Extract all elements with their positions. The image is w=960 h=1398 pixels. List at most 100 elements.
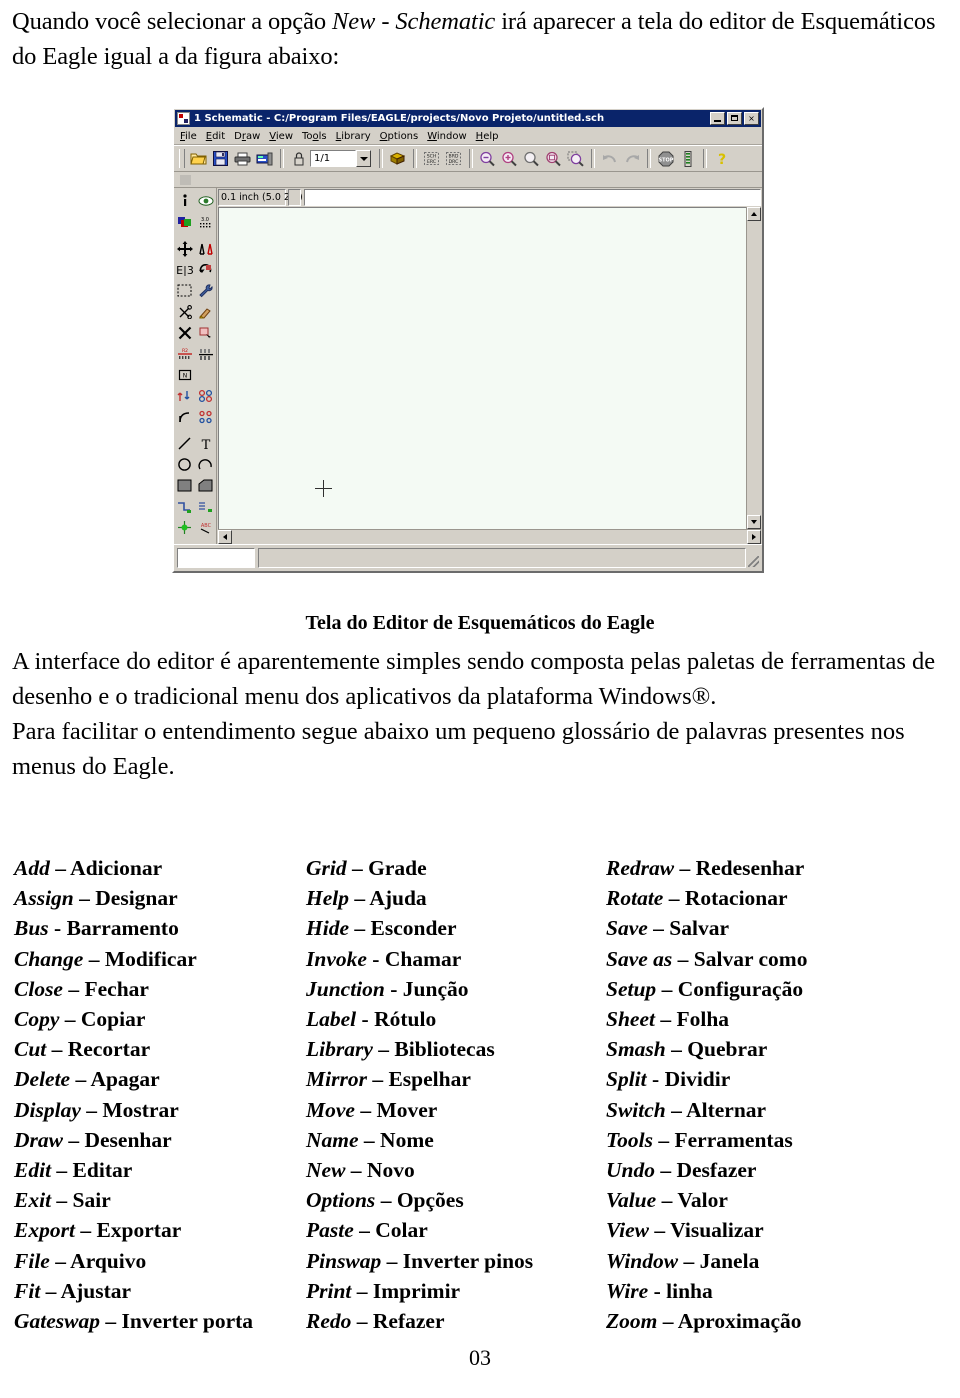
scroll-left-button[interactable] <box>218 530 232 544</box>
group-icon[interactable] <box>174 280 195 301</box>
scroll-right-button[interactable] <box>747 530 761 544</box>
board-icon[interactable] <box>387 148 408 169</box>
net-icon[interactable] <box>195 496 216 517</box>
zoom-select-icon[interactable] <box>565 148 586 169</box>
circle-icon[interactable] <box>174 454 195 475</box>
menu-item-file[interactable]: File <box>180 131 197 142</box>
info-icon[interactable] <box>174 190 195 211</box>
pinswap-icon[interactable]: R2 <box>174 343 195 364</box>
glossary-row: Grid – Grade <box>306 853 606 883</box>
glossary-translation: Rotacionar <box>684 886 788 911</box>
glossary-term: Save as <box>606 946 673 971</box>
toolbar-dot-grip-icon[interactable] <box>180 174 191 185</box>
canvas-column: 0.1 inch (5.0 2.9) <box>217 188 762 544</box>
glossary-translation: Sair <box>72 1188 111 1213</box>
miter-icon[interactable] <box>174 406 195 427</box>
replace-icon[interactable] <box>195 343 216 364</box>
move-icon[interactable] <box>174 238 195 259</box>
minimize-button[interactable] <box>710 112 725 125</box>
sheet-select-value[interactable]: 1/1 <box>310 150 356 167</box>
glossary-row: Help – Ajuda <box>306 883 606 913</box>
resize-grip-icon[interactable] <box>746 548 760 568</box>
glossary-row: Save – Salvar <box>606 913 926 943</box>
print-icon[interactable] <box>232 148 253 169</box>
menu-item-view[interactable]: View <box>269 131 293 142</box>
show-icon[interactable] <box>195 190 216 211</box>
rectangle-icon[interactable] <box>174 475 195 496</box>
text-icon[interactable]: T <box>195 433 216 454</box>
erc-icon[interactable]: SCH ERC <box>421 148 442 169</box>
sheet-select-dropdown[interactable] <box>356 150 371 167</box>
maximize-button[interactable] <box>727 112 742 125</box>
wire-icon[interactable] <box>174 433 195 454</box>
menu-item-window[interactable]: Window <box>427 131 466 142</box>
lock-icon[interactable] <box>288 148 309 169</box>
glossary-term: Name <box>306 1127 359 1152</box>
label-icon[interactable]: ABC <box>195 517 216 538</box>
glossary-row: Cut – Recortar <box>14 1034 306 1064</box>
schematic-canvas[interactable] <box>218 207 746 529</box>
value-icon[interactable] <box>195 364 216 385</box>
polygon-icon[interactable] <box>195 475 216 496</box>
glossary-separator: – <box>86 1097 98 1122</box>
menu-item-library[interactable]: Library <box>336 131 371 142</box>
bus-icon[interactable] <box>174 496 195 517</box>
split-icon[interactable] <box>195 406 216 427</box>
glossary-separator: - <box>390 976 398 1001</box>
vertical-scrollbar[interactable] <box>746 207 761 529</box>
toolbar-grip[interactable] <box>179 149 185 168</box>
glossary-separator: – <box>88 946 100 971</box>
zoom-fit-icon[interactable] <box>521 148 542 169</box>
scroll-down-button[interactable] <box>747 515 761 529</box>
menu-item-tools[interactable]: Tools <box>302 131 327 142</box>
glossary-translation: linha <box>666 1278 713 1303</box>
name-icon[interactable]: N <box>174 364 195 385</box>
rotate-icon[interactable] <box>195 259 216 280</box>
cut-icon[interactable] <box>174 301 195 322</box>
glossary-term: Mirror <box>306 1067 367 1092</box>
glossary-translation: Refazer <box>372 1309 445 1334</box>
glossary-row: Setup – Configuração <box>606 974 926 1004</box>
mirror-icon[interactable] <box>195 238 216 259</box>
zoom-in-icon[interactable] <box>499 148 520 169</box>
glossary-term: Switch <box>606 1097 666 1122</box>
mark-icon[interactable]: 3.0 <box>195 211 216 232</box>
scroll-up-button[interactable] <box>747 207 761 221</box>
glossary-row: Redo – Refazer <box>306 1306 606 1336</box>
stop-icon[interactable]: STOP <box>655 148 676 169</box>
paste-icon[interactable] <box>195 301 216 322</box>
close-button[interactable]: × <box>744 112 759 125</box>
glossary-term: Gateswap <box>14 1309 100 1334</box>
open-icon[interactable] <box>188 148 209 169</box>
smash-icon[interactable] <box>174 385 195 406</box>
glossary-row: Print – Imprimir <box>306 1276 606 1306</box>
glossary-term: Cut <box>14 1037 47 1062</box>
glossary-term: Save <box>606 916 648 941</box>
run-script-icon[interactable] <box>677 148 698 169</box>
menu-item-help[interactable]: Help <box>476 131 499 142</box>
add-part-icon[interactable] <box>195 322 216 343</box>
menu-item-edit[interactable]: Edit <box>206 131 225 142</box>
zoom-redraw-icon[interactable] <box>543 148 564 169</box>
undo-icon[interactable] <box>599 148 620 169</box>
zoom-out-icon[interactable] <box>477 148 498 169</box>
glossary-row: View – Visualizar <box>606 1215 926 1245</box>
glossary-separator: - <box>361 1007 369 1032</box>
redo-icon[interactable] <box>621 148 642 169</box>
save-icon[interactable] <box>210 148 231 169</box>
gateswap-icon[interactable] <box>195 385 216 406</box>
horizontal-scrollbar[interactable] <box>218 529 761 544</box>
command-toolbar: 3.0 E|3 R2 N T ABC <box>174 188 217 562</box>
delete-icon[interactable] <box>174 322 195 343</box>
drc-icon[interactable]: BRD DRC <box>443 148 464 169</box>
printer-setup-icon[interactable] <box>254 148 275 169</box>
arc-icon[interactable] <box>195 454 216 475</box>
command-line-input[interactable] <box>304 189 761 206</box>
change-icon[interactable]: E|3 <box>174 259 195 280</box>
wrench-change-icon[interactable] <box>195 280 216 301</box>
menu-item-options[interactable]: Options <box>380 131 419 142</box>
help-icon[interactable]: ? <box>711 148 732 169</box>
display-layers-icon[interactable] <box>174 211 195 232</box>
junction-icon[interactable] <box>174 517 195 538</box>
menu-item-draw[interactable]: Draw <box>234 131 260 142</box>
